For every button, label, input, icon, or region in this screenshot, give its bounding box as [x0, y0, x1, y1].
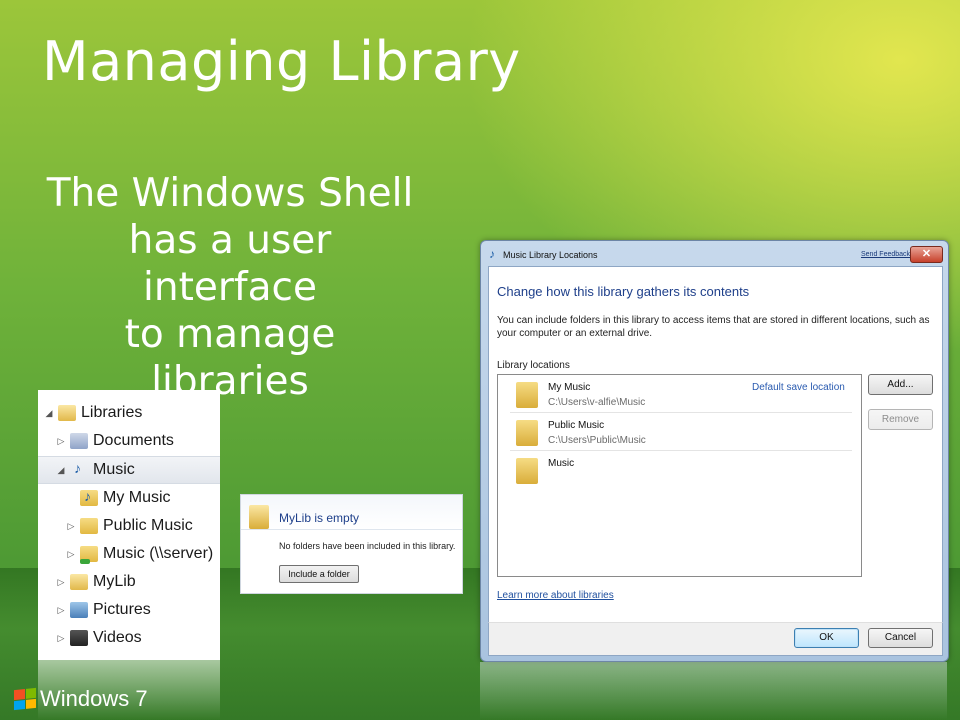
location-path: C:\Users\v-alfie\Music [548, 397, 646, 408]
pictures-library-icon [70, 602, 88, 618]
expander-closed-icon[interactable]: ▷ [66, 549, 76, 560]
tree-item-mylib[interactable]: ▷ MyLib [56, 569, 136, 595]
empty-library-title: MyLib is empty [279, 511, 360, 525]
library-locations-label: Library locations [497, 360, 570, 371]
windows-logo: Windows 7 [14, 686, 148, 712]
dialog-content: Change how this library gathers its cont… [488, 266, 943, 624]
tree-item-videos[interactable]: ▷ Videos [56, 625, 142, 651]
tree-item-label: Public Music [103, 517, 193, 534]
library-icon [249, 505, 269, 529]
library-locations-dialog: ♪ Music Library Locations Send Feedback … [480, 240, 949, 662]
tree-item-my-music[interactable]: My Music [80, 485, 171, 511]
folder-icon [516, 420, 538, 446]
tree-item-documents[interactable]: ▷ Documents [56, 428, 174, 454]
location-path: C:\Users\Public\Music [548, 435, 646, 446]
tree-item-music-server[interactable]: ▷ Music (\\server) [66, 541, 213, 567]
tree-item-label: Pictures [93, 601, 151, 618]
location-item-my-music[interactable]: My Music C:\Users\v-alfie\Music Default … [498, 376, 853, 413]
expander-closed-icon[interactable]: ▷ [66, 521, 76, 532]
dialog-reflection [480, 662, 947, 720]
expander-closed-icon[interactable]: ▷ [56, 577, 66, 588]
dialog-footer: OK Cancel [488, 622, 943, 656]
expander-closed-icon[interactable]: ▷ [56, 436, 66, 447]
music-note-icon: ♪ [489, 247, 495, 261]
folder-icon [80, 518, 98, 534]
music-folder-icon [516, 382, 538, 408]
location-name: Music [548, 458, 575, 469]
cancel-button[interactable]: Cancel [868, 628, 933, 648]
tree-item-label: Music (\\server) [103, 545, 214, 562]
divider [241, 529, 462, 530]
include-folder-button[interactable]: Include a folder [279, 565, 359, 583]
send-feedback-link[interactable]: Send Feedback [861, 251, 910, 258]
music-folder-icon [80, 488, 98, 506]
library-icon [70, 574, 88, 590]
expander-closed-icon[interactable]: ▷ [56, 633, 66, 644]
close-button[interactable]: ✕ [910, 246, 943, 263]
expander-closed-icon[interactable]: ▷ [56, 605, 66, 616]
tree-item-public-music[interactable]: ▷ Public Music [66, 513, 193, 539]
tree-item-libraries[interactable]: ◢ Libraries [44, 400, 142, 426]
learn-more-link[interactable]: Learn more about libraries [497, 590, 614, 601]
network-folder-icon [516, 458, 538, 484]
add-button[interactable]: Add... [868, 374, 933, 395]
expander-open-icon[interactable]: ◢ [56, 465, 66, 476]
slide-body-line: The Windows Shell [46, 171, 414, 216]
location-item-music-server[interactable]: Music [498, 452, 853, 489]
network-music-folder-icon [80, 546, 98, 564]
empty-library-panel: MyLib is empty No folders have been incl… [240, 494, 463, 594]
tree-item-label: Documents [93, 432, 174, 449]
location-item-public-music[interactable]: Public Music C:\Users\Public\Music [498, 414, 853, 451]
windows-flag-icon [14, 687, 36, 711]
library-icon [58, 405, 76, 421]
divider [510, 450, 852, 451]
location-name: Public Music [548, 420, 605, 431]
tree-item-music[interactable]: ◢ Music [38, 456, 220, 484]
dialog-title: Music Library Locations [503, 250, 598, 260]
expander-open-icon[interactable]: ◢ [44, 408, 54, 419]
videos-library-icon [70, 630, 88, 646]
slide-body: The Windows Shell has a user interface t… [40, 170, 420, 405]
documents-library-icon [70, 433, 88, 449]
music-library-icon [70, 460, 88, 478]
tree-item-pictures[interactable]: ▷ Pictures [56, 597, 151, 623]
tree-item-label: MyLib [93, 573, 136, 590]
navigation-tree: ◢ Libraries ▷ Documents ◢ Music My Music… [38, 390, 220, 660]
remove-button[interactable]: Remove [868, 409, 933, 430]
tree-item-label: Videos [93, 629, 142, 646]
ok-button[interactable]: OK [794, 628, 859, 648]
tree-item-label: My Music [103, 489, 171, 506]
library-locations-list: My Music C:\Users\v-alfie\Music Default … [497, 374, 862, 577]
location-name: My Music [548, 382, 591, 393]
divider [510, 412, 852, 413]
tree-item-label: Music [93, 461, 135, 478]
dialog-description: You can include folders in this library … [497, 315, 930, 339]
windows-brand-text: Windows 7 [40, 686, 148, 711]
empty-library-message: No folders have been included in this li… [279, 541, 456, 551]
dialog-heading: Change how this library gathers its cont… [497, 284, 750, 299]
default-save-location-link[interactable]: Default save location [752, 382, 845, 393]
tree-item-label: Libraries [81, 404, 143, 421]
slide-title: Managing Library [42, 30, 521, 93]
slide-body-line: has a user interface [128, 218, 332, 310]
